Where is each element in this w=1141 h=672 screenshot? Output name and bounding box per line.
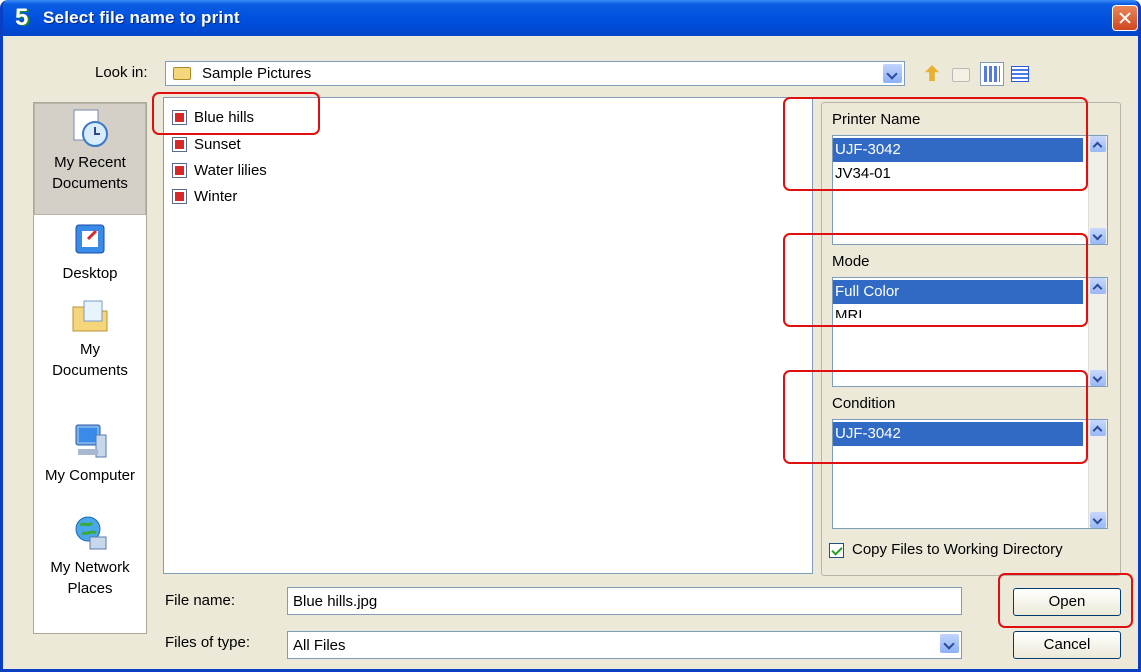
cancel-button[interactable]: Cancel [1013, 631, 1121, 659]
new-folder-icon[interactable] [949, 62, 973, 86]
copy-files-checkbox[interactable] [829, 543, 844, 558]
look-in-dropdown[interactable]: Sample Pictures [165, 61, 905, 86]
scroll-up-icon[interactable] [1090, 420, 1106, 436]
file-name-label: File name: [165, 592, 236, 609]
image-file-icon [172, 189, 187, 204]
place-label: Places [67, 580, 113, 597]
scroll-down-icon[interactable] [1090, 228, 1106, 244]
title-bar[interactable]: 5 Select file name to print [3, 0, 1138, 36]
app-icon: 5 [15, 4, 29, 31]
network-places-icon [75, 516, 107, 550]
file-name: Winter [194, 188, 238, 205]
up-folder-icon[interactable] [921, 62, 945, 86]
window-title: Select file name to print [43, 8, 240, 27]
file-list[interactable]: Blue hills Sunset Water lilies Winter [163, 97, 813, 574]
file-name-field[interactable]: Blue hills.jpg [287, 587, 962, 615]
scroll-down-icon[interactable] [1090, 370, 1106, 386]
highlight-open [998, 573, 1133, 628]
highlight-mode [783, 233, 1088, 327]
close-icon[interactable] [1112, 5, 1138, 31]
chevron-down-icon[interactable] [940, 634, 959, 653]
highlight-file [152, 92, 320, 135]
place-label: My [80, 341, 100, 358]
scrollbar[interactable] [1088, 420, 1107, 528]
place-label: Documents [52, 362, 128, 379]
file-type-dropdown[interactable]: All Files [287, 631, 962, 659]
my-computer-icon [75, 424, 107, 458]
highlight-printer [783, 97, 1088, 191]
file-name: Water lilies [194, 162, 267, 179]
image-file-icon [172, 137, 187, 152]
scrollbar[interactable] [1088, 136, 1107, 244]
place-my-network-places[interactable]: My Network Places [34, 513, 146, 599]
place-label: Documents [52, 175, 128, 192]
folder-icon [173, 67, 191, 80]
look-in-value: Sample Pictures [202, 65, 312, 82]
place-my-computer[interactable]: My Computer [34, 421, 146, 486]
place-desktop[interactable]: Desktop [34, 219, 146, 284]
file-type-label: Files of type: [165, 634, 251, 651]
copy-files-label: Copy Files to Working Directory [852, 541, 1063, 558]
chevron-down-icon[interactable] [883, 64, 902, 83]
scroll-up-icon[interactable] [1090, 136, 1106, 152]
scroll-down-icon[interactable] [1090, 512, 1106, 528]
place-label: My Computer [44, 467, 136, 484]
file-type-value: All Files [293, 637, 346, 654]
place-my-documents[interactable]: My Documents [34, 295, 146, 381]
place-my-recent-documents[interactable]: My Recent Documents [34, 103, 146, 215]
image-file-icon [172, 163, 187, 178]
places-bar: My Recent Documents Desktop My Documents… [33, 102, 147, 634]
my-documents-icon [72, 300, 108, 332]
highlight-condition [783, 370, 1088, 464]
scrollbar[interactable] [1088, 278, 1107, 386]
file-name-value: Blue hills.jpg [293, 593, 378, 610]
place-label: My Recent [54, 154, 126, 171]
desktop-icon [75, 224, 105, 254]
look-in-label: Look in: [95, 64, 148, 81]
recent-documents-icon [73, 109, 108, 147]
file-name: Sunset [194, 136, 241, 153]
scroll-up-icon[interactable] [1090, 278, 1106, 294]
place-label: Desktop [62, 265, 118, 282]
list-view-icon[interactable] [980, 62, 1004, 86]
place-label: My Network [50, 559, 130, 576]
print-file-dialog: 5 Select file name to print Look in: Sam… [0, 0, 1141, 672]
details-view-icon[interactable] [1008, 62, 1032, 86]
